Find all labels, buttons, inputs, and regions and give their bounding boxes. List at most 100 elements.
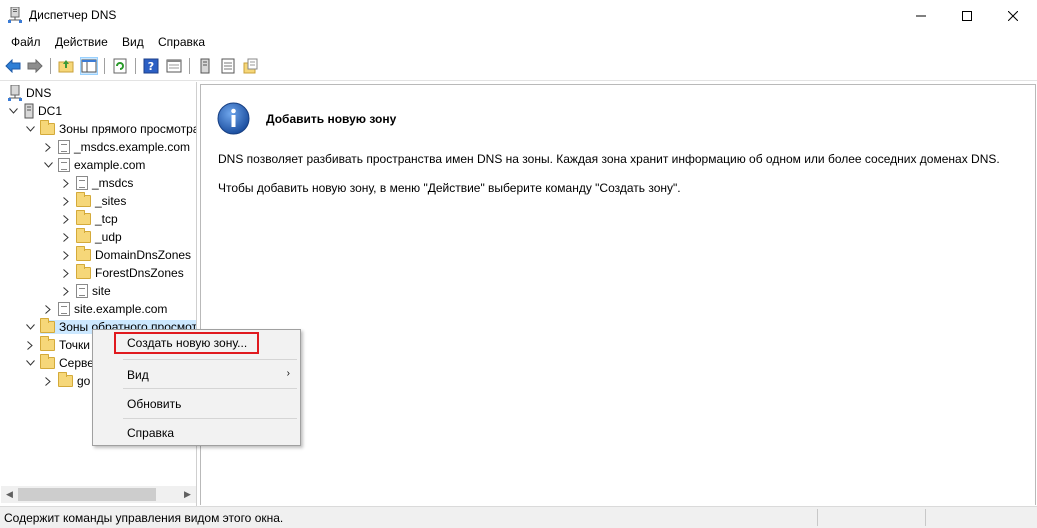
up-level-button[interactable] (57, 57, 75, 75)
status-separator (925, 509, 926, 526)
expanded-chevron-icon[interactable] (42, 159, 54, 171)
collapsed-chevron-icon[interactable] (60, 285, 72, 297)
expanded-chevron-icon[interactable] (24, 357, 36, 369)
zone-file-icon (76, 176, 88, 190)
tree-label: DC1 (38, 104, 63, 118)
zone-file-icon (58, 140, 70, 154)
menu-item-label: Справка (127, 426, 175, 440)
scroll-right-icon[interactable]: ▶ (179, 486, 196, 503)
tree-item-site-zone[interactable]: site.example.com (42, 300, 167, 318)
forward-button[interactable] (26, 57, 44, 75)
context-menu: Создать новую зону... Вид › Обновить Спр… (92, 329, 301, 446)
tree-label: _udp (95, 230, 122, 244)
collapsed-chevron-icon[interactable] (42, 375, 54, 387)
collapsed-chevron-icon[interactable] (60, 213, 72, 225)
minimize-icon (916, 15, 926, 16)
server-icon (200, 58, 210, 74)
tree-label: _tcp (95, 212, 118, 226)
info-heading: Добавить новую зону (266, 112, 397, 126)
menu-action[interactable]: Действие (55, 35, 108, 49)
tree-item-domaindnszones[interactable]: DomainDnsZones (60, 246, 191, 264)
info-icon (217, 102, 250, 135)
tree-item-dc1[interactable]: DC1 (7, 102, 62, 120)
menu-file[interactable]: Файл (11, 35, 41, 49)
menu-item-help[interactable]: Справка (93, 422, 300, 444)
tree-item-sites[interactable]: _sites (60, 192, 126, 210)
scroll-left-icon[interactable]: ◀ (1, 486, 18, 503)
tree-horizontal-scrollbar[interactable]: ◀ ▶ (1, 486, 196, 503)
tree-label: DNS (26, 86, 52, 100)
close-button[interactable] (990, 0, 1036, 31)
collapsed-chevron-icon[interactable] (60, 267, 72, 279)
collapsed-chevron-icon[interactable] (42, 141, 54, 153)
tree-item-msdcs[interactable]: _msdcs (60, 174, 133, 192)
title-bar: Диспетчер DNS (0, 0, 1037, 31)
tree-label: _msdcs (92, 176, 134, 190)
tree-label: Точки (59, 338, 91, 352)
toolbar-separator (189, 58, 190, 74)
expanded-chevron-icon[interactable] (7, 105, 19, 117)
collapsed-chevron-icon[interactable] (42, 303, 54, 315)
server-button[interactable] (196, 57, 214, 75)
tree-label: site.example.com (74, 302, 168, 316)
console-tree-icon (81, 59, 97, 73)
maximize-button[interactable] (944, 0, 990, 31)
info-description: DNS позволяет разбивать пространства име… (218, 152, 1000, 166)
menu-separator (123, 359, 297, 360)
folder-icon (40, 318, 55, 333)
toolbar: ? (0, 53, 1037, 81)
folder-icon (58, 372, 73, 387)
list-button[interactable] (219, 57, 237, 75)
expanded-chevron-icon[interactable] (24, 123, 36, 135)
collapsed-chevron-icon[interactable] (60, 195, 72, 207)
new-zone-button[interactable] (242, 57, 260, 75)
tree-item-tcp[interactable]: _tcp (60, 210, 118, 228)
toolbar-separator (50, 58, 51, 74)
maximize-icon (962, 10, 972, 21)
tree-item-forwarder-child[interactable]: go (42, 372, 90, 390)
tree-item-forward-zones[interactable]: Зоны прямого просмотра (24, 120, 196, 138)
scrollbar-thumb[interactable] (18, 488, 156, 501)
tree-item-msdcs-zone[interactable]: _msdcs.example.com (42, 138, 190, 156)
tree-label: DomainDnsZones (95, 248, 192, 262)
tree-item-example-zone[interactable]: example.com (42, 156, 145, 174)
tree-label: _sites (95, 194, 127, 208)
properties-icon (166, 59, 182, 73)
tree-item-forwarders[interactable]: Серве (24, 354, 94, 372)
tree-item-trust-points[interactable]: Точки (24, 336, 90, 354)
collapsed-chevron-icon[interactable] (24, 339, 36, 351)
menu-item-view[interactable]: Вид › (93, 364, 300, 386)
show-hide-tree-button[interactable] (80, 57, 98, 75)
menu-item-refresh[interactable]: Обновить (93, 393, 300, 415)
info-instruction: Чтобы добавить новую зону, в меню "Дейст… (218, 181, 681, 195)
help-button[interactable]: ? (142, 57, 160, 75)
tree-item-forestdnszones[interactable]: ForestDnsZones (60, 264, 184, 282)
menu-item-create-zone[interactable]: Создать новую зону... (93, 332, 300, 354)
folder-icon (40, 354, 55, 369)
collapsed-chevron-icon[interactable] (60, 231, 72, 243)
expanded-chevron-icon[interactable] (24, 321, 36, 333)
collapsed-chevron-icon[interactable] (60, 177, 72, 189)
dns-manager-icon (8, 7, 22, 23)
minimize-button[interactable] (898, 0, 944, 31)
zone-file-icon (76, 284, 88, 298)
tree-item-site[interactable]: site (60, 282, 111, 300)
back-button[interactable] (4, 57, 22, 75)
menu-view[interactable]: Вид (122, 35, 144, 49)
menu-item-label: Вид (127, 368, 149, 382)
collapsed-chevron-icon[interactable] (60, 249, 72, 261)
refresh-icon (113, 58, 127, 74)
properties-button[interactable] (165, 57, 183, 75)
back-arrow-icon (5, 59, 21, 73)
tree-item-udp[interactable]: _udp (60, 228, 122, 246)
tree-label: Серве (59, 356, 94, 370)
toolbar-separator (135, 58, 136, 74)
folder-icon (76, 192, 91, 207)
tree-item-dns[interactable]: DNS (7, 84, 51, 102)
menu-item-label: Обновить (127, 397, 182, 411)
menu-separator (123, 388, 297, 389)
refresh-button[interactable] (111, 57, 129, 75)
menu-help[interactable]: Справка (158, 35, 205, 49)
zone-file-icon (58, 302, 70, 316)
tree-label: go (77, 374, 91, 388)
